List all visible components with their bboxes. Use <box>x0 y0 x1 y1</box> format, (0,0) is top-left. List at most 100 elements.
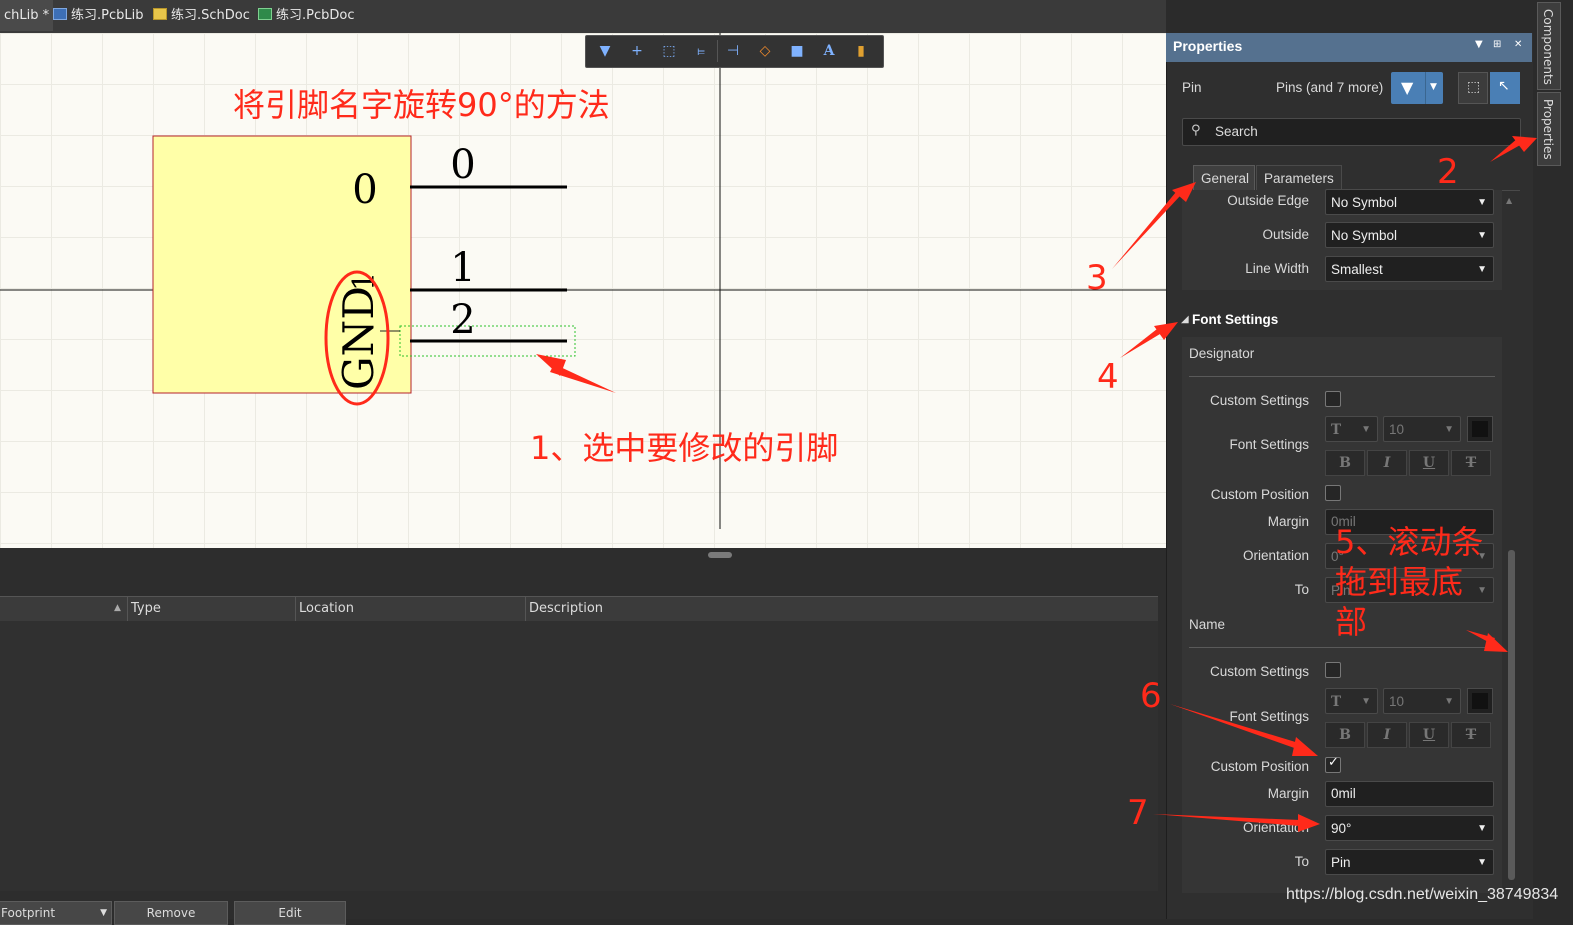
annotation-step7: 7 <box>1127 793 1149 833</box>
document-tab-bar: chLib * 练习.PcbLib 练习.SchDoc 练习.PcbDoc <box>0 0 1166 33</box>
name-custom-position-checkbox[interactable]: ✓ <box>1325 755 1341 773</box>
tab-general[interactable]: General <box>1193 165 1255 190</box>
designator-strikethrough-button[interactable]: T <box>1451 450 1491 476</box>
name-to-select[interactable]: Pin ▼ <box>1325 849 1494 875</box>
designator-custom-settings-checkbox[interactable] <box>1325 391 1341 407</box>
name-font-size-value: 10 <box>1389 694 1405 709</box>
line-width-select[interactable]: Smallest ▼ <box>1325 256 1494 282</box>
name-bold-button[interactable]: B <box>1325 722 1365 748</box>
filter-icon[interactable]: ▼ <box>593 40 617 62</box>
side-tab-components[interactable]: Components <box>1537 2 1561 90</box>
rectangle-icon[interactable]: ■ <box>785 40 809 62</box>
line-width-value: Smallest <box>1331 262 1383 277</box>
splitter-handle[interactable] <box>708 552 732 558</box>
annotation-step3: 3 <box>1086 258 1108 298</box>
remove-button[interactable]: Remove <box>114 901 228 925</box>
side-tab-properties[interactable]: Properties <box>1537 92 1561 166</box>
tab-parameters[interactable]: Parameters <box>1256 165 1342 190</box>
designator-font-settings-label: Font Settings <box>1229 437 1309 452</box>
chevron-down-icon: ▼ <box>1477 197 1487 208</box>
side-tab-components-label: Components <box>1541 9 1555 85</box>
scroll-up-icon[interactable]: ▲ <box>1506 196 1512 205</box>
name-strikethrough-button[interactable]: T <box>1451 722 1491 748</box>
select-icon-button[interactable]: ⬚ <box>1458 72 1488 104</box>
tab-pcblib[interactable]: 练习.PcbLib <box>53 0 143 31</box>
chevron-down-icon: ▼ <box>1361 696 1371 707</box>
name-to-label: To <box>1294 854 1309 869</box>
outside-label: Outside <box>1262 227 1309 242</box>
search-placeholder: Search <box>1215 124 1258 139</box>
annotation-step2: 2 <box>1437 152 1459 192</box>
designator-italic-button[interactable]: I <box>1367 450 1407 476</box>
tab-pcbdoc[interactable]: 练习.PcbDoc <box>258 0 354 31</box>
designator-font-family-select[interactable]: T ▼ <box>1325 416 1378 442</box>
fill-icon[interactable]: ◇ <box>753 40 777 62</box>
filter-button[interactable]: ▼ ▼ <box>1391 72 1443 104</box>
name-font-family-select[interactable]: T ▼ <box>1325 688 1378 714</box>
pcbdoc-icon <box>258 8 272 20</box>
name-orientation-select[interactable]: 90° ▼ <box>1325 815 1494 841</box>
sort-up-icon[interactable]: ▲ <box>114 603 121 613</box>
name-to-value: Pin <box>1331 855 1351 870</box>
chevron-down-icon: ▼ <box>1477 264 1487 275</box>
column-location[interactable]: Location <box>299 601 354 616</box>
part-icon[interactable]: ▮ <box>849 40 873 62</box>
outside-edge-select[interactable]: No Symbol ▼ <box>1325 189 1494 215</box>
chevron-down-icon: ▼ <box>1477 230 1487 241</box>
column-type[interactable]: Type <box>131 601 161 616</box>
chevron-down-icon: ▼ <box>1477 857 1487 868</box>
panel-menu-icon[interactable]: ▼ <box>1475 39 1483 50</box>
designator-color-swatch[interactable] <box>1467 416 1493 442</box>
pin-number-1: 1 <box>450 245 475 291</box>
pointer-icon: ↖ <box>1498 78 1510 94</box>
pin-icon[interactable]: ⊣ <box>721 40 745 62</box>
column-description[interactable]: Description <box>529 601 603 616</box>
designator-bold-button[interactable]: B <box>1325 450 1365 476</box>
designator-custom-settings-label: Custom Settings <box>1209 393 1309 408</box>
designator-custom-position-label: Custom Position <box>1210 487 1309 502</box>
align-icon[interactable]: ⫢ <box>689 40 713 62</box>
annotation-step4: 4 <box>1097 357 1119 397</box>
line-width-label: Line Width <box>1245 261 1309 276</box>
add-icon[interactable]: + <box>625 40 649 62</box>
designator-font-size-value: 10 <box>1389 422 1405 437</box>
edit-button[interactable]: Edit <box>234 901 346 925</box>
designator-custom-position-checkbox[interactable] <box>1325 485 1341 501</box>
annotation-step5-line3: 部 <box>1335 603 1368 641</box>
chevron-down-icon: ▼ <box>1444 424 1454 435</box>
designator-font-size-select[interactable]: 10 ▼ <box>1383 416 1461 442</box>
collapse-triangle-icon[interactable]: ◢ <box>1181 314 1189 325</box>
pcblib-icon <box>53 8 67 20</box>
text-icon[interactable]: A <box>817 40 841 62</box>
object-type-label: Pin <box>1182 80 1202 95</box>
pin-panel-icon[interactable]: ⊞ <box>1493 39 1501 50</box>
select-rect-icon[interactable]: ⬚ <box>657 40 681 62</box>
designator-underline-button[interactable]: U <box>1409 450 1449 476</box>
messages-list[interactable] <box>0 621 1158 891</box>
select-mode-button[interactable]: ↖ <box>1490 72 1520 104</box>
properties-title-bar: Properties ▼ ⊞ ✕ <box>1166 33 1532 62</box>
footprint-dropdown[interactable]: Footprint ▼ <box>0 901 112 925</box>
properties-scrollbar-thumb[interactable] <box>1508 550 1515 880</box>
tab-label: chLib * <box>4 8 50 23</box>
tab-label: 练习.PcbLib <box>71 8 144 23</box>
annotation-title: 将引脚名字旋转90°的方法 <box>233 86 610 124</box>
outside-select[interactable]: No Symbol ▼ <box>1325 222 1494 248</box>
name-color-swatch[interactable] <box>1467 688 1493 714</box>
designator-title: Designator <box>1189 346 1255 361</box>
search-icon: ⚲ <box>1191 123 1201 138</box>
name-italic-button[interactable]: I <box>1367 722 1407 748</box>
tab-schlib[interactable]: chLib * <box>0 0 54 31</box>
watermark: https://blog.csdn.net/weixin_38749834 <box>1286 886 1559 903</box>
name-custom-settings-checkbox[interactable] <box>1325 662 1341 678</box>
name-underline-button[interactable]: U <box>1409 722 1449 748</box>
outside-edge-label: Outside Edge <box>1227 193 1309 208</box>
search-input[interactable]: ⚲ Search <box>1182 118 1521 146</box>
properties-title: Properties <box>1173 38 1243 54</box>
name-margin-input[interactable]: 0mil <box>1325 781 1494 807</box>
tab-general-label: General <box>1201 171 1250 186</box>
close-icon[interactable]: ✕ <box>1514 39 1522 50</box>
font-settings-header[interactable]: Font Settings <box>1192 312 1278 327</box>
tab-schdoc[interactable]: 练习.SchDoc <box>153 0 250 31</box>
name-font-size-select[interactable]: 10 ▼ <box>1383 688 1461 714</box>
